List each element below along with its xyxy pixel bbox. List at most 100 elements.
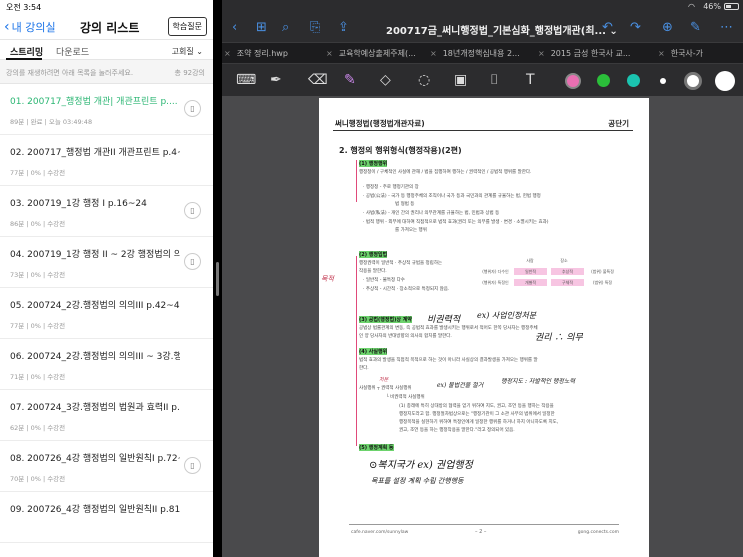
tab-streaming[interactable]: 스트리밍 [10,45,43,58]
lecture-tabs: 스트리밍 다운로드 고회질 ⌄ [0,40,213,60]
subsection-title: (1) 행정행위 [359,160,388,167]
table-header: 사람 [526,257,534,263]
lecture-meta: 77분 | 0% | 수강전 [10,169,66,177]
eraser-icon[interactable]: ⌫ [308,72,328,88]
lecture-title: 09. 200726_4강 행정법의 일반원칙II p.81~87... [10,505,180,515]
doc-tab[interactable]: × 한국사-가 [658,48,703,59]
book-icon[interactable]: ▯ [184,253,201,270]
lecture-title: 04. 200719_1강 행정 II ~ 2강 행정법의 의의 I p.... [10,250,180,260]
body-line: 를 가져오는 행위 [395,228,427,233]
hint-bar: 강의를 재생하려면 아래 목록을 눌러주세요. 총 92강의 [0,60,213,84]
lecture-item[interactable]: 06. 200724_2강.행정법의 의의III ~ 3강.행정법... 71분… [0,339,213,390]
color-green-swatch[interactable] [597,74,610,87]
stroke-thick-option[interactable] [715,71,735,91]
doc-tab[interactable]: × 2015 금성 한국사 교... [538,48,630,59]
doc-tab-label: 한국사-가 [670,49,704,58]
book-icon[interactable]: ▯ [184,202,201,219]
book-icon[interactable]: ▯ [184,100,201,117]
body-line: · 사법(私法) - 개인 간의 권리나 의무관계를 규율하는 법, 민법과 상… [363,211,500,216]
search-icon[interactable]: ⌕ [282,20,289,35]
page-header-title: 써니행정법(행정법개관자료) [335,119,425,128]
lecture-title: 06. 200724_2강.행정법의 의의III ~ 3강.행정법... [10,352,180,362]
wifi-icon: ◠ [688,2,695,11]
body-line: 작용을 말한다. [359,269,387,274]
handwritten-note: 행정지도 : 자발적인 행정노력 [501,378,575,385]
table-cell: (행위자) 다수인 [482,268,509,274]
grid-view-icon[interactable]: ⊞ [256,20,267,35]
lecture-item[interactable]: 05. 200724_2강.행정법의 의의III p.42~47 77분 | 0… [0,288,213,339]
document-page[interactable]: 써니행정법(행정법개관자료) 공단기 2. 행정의 행위형식(행정작용)(2편)… [319,98,649,557]
lecture-item[interactable]: 01. 200717_행정법 개관| 개관프린트 p.... 89분 | 완료 … [0,84,213,135]
lecture-meta: 70분 | 0% | 수강전 [10,475,66,483]
body-line: 행정권력이 일반적 · 추상적 규범을 정립하는 [359,261,443,266]
close-icon[interactable]: × [658,49,665,58]
lecture-title: 05. 200724_2강.행정법의 의의III p.42~47 [10,301,180,311]
lasso-icon[interactable]: ◌ [418,72,430,88]
bookmark-icon[interactable]: ⎘ [310,20,320,35]
share-icon[interactable]: ⇪ [338,20,349,35]
stroke-medium-option[interactable] [684,72,702,90]
table-row: (행위자) 다수인 일반적 추상적 (범위) 불특정 [479,266,619,277]
lecture-item[interactable]: 04. 200719_1강 행정 II ~ 2강 행정법의 의의 I p....… [0,237,213,288]
table-cell: (범위) 특정 [592,279,613,285]
annotation-line [356,256,357,446]
lecture-meta: 89분 | 완료 | 오늘 03:49:48 [10,118,93,126]
stroke-thin-option[interactable] [660,78,666,84]
lecture-item[interactable]: 07. 200724_3강.행정법의 법원과 효력II p.62~71 62분 … [0,390,213,441]
shapes-icon[interactable]: ◇ [380,72,391,88]
split-handle[interactable] [216,262,219,296]
close-icon[interactable]: × [538,49,545,58]
handwritten-note: 목표를 설정 계획 수립 간행행동 [371,477,464,485]
doc-tab[interactable]: × 교육학예상출제주제(... [326,48,416,59]
annotation-line [356,160,357,202]
camera-icon[interactable]: ⌷ [490,72,498,88]
highlighter-icon[interactable]: ✎ [344,72,356,88]
lecture-item[interactable]: 02. 200717_행정법 개관II 개관프린트 p.4~12 77분 | 0… [0,135,213,186]
keyboard-icon[interactable]: ⌨ [236,72,256,88]
book-icon[interactable]: ▯ [184,457,201,474]
doc-tab-label: 조약 정리.hwp [236,49,288,58]
lecture-item[interactable]: 08. 200726_4강 행정법의 일반원칙I p.72~78 70분 | 0… [0,441,213,492]
section-heading: 2. 행정의 행위형식(행정작용)(2편) [339,146,462,155]
image-icon[interactable]: ▣ [454,72,467,88]
lecture-item[interactable]: 03. 200719_1강 행정 I p.16~24 86분 | 0% | 수강… [0,186,213,237]
color-teal-swatch[interactable] [627,74,640,87]
handwritten-note: 목적 [321,275,334,283]
undo-icon[interactable]: ↶ [602,20,613,35]
text-icon[interactable]: T [526,72,535,88]
quality-select[interactable]: 고회질 ⌄ [172,46,203,57]
body-line: 법 형법 등 [395,202,415,207]
pen-icon[interactable]: ✒ [270,72,282,88]
table-cell: (행위자) 특정인 [482,279,509,285]
doc-tab[interactable]: × 18년개정핵심내용 2... [430,48,520,59]
close-icon[interactable]: × [430,49,437,58]
redo-icon[interactable]: ↷ [630,20,641,35]
close-icon[interactable]: × [326,49,333,58]
add-page-icon[interactable]: ⊕ [662,20,673,35]
chevron-left-icon: ‹ [4,19,10,35]
table-header-row: 사람 장소 [479,255,619,266]
quality-label: 고회질 [171,47,194,56]
back-button[interactable]: ‹ 내 강의실 [4,19,56,35]
split-view-divider[interactable] [213,0,222,557]
table-cell: (범위) 불특정 [591,268,614,274]
body-line: 한다. [359,366,369,371]
lecture-list-pane: 오전 3:54 ‹ 내 강의실 강의 리스트 학습질문 스트리밍 다운로드 고회… [0,0,213,557]
page-number: – 2 – [475,529,487,535]
table-header: 장소 [560,257,568,263]
lecture-item[interactable]: 09. 200726_4강 행정법의 일반원칙II p.81~87... [0,492,213,543]
body-line: 행정목적을 실현하기 위하여 특정인에게 일정한 행위를 하거나 하지 아니하도… [399,420,559,425]
doc-tab[interactable]: × 조약 정리.hwp [224,48,288,59]
document-title[interactable]: 200717금_써니행정법_기본심화_행정법개관(최... ⌄ [386,22,618,37]
chevron-down-icon: ⌄ [196,47,203,56]
more-icon[interactable]: ⋯ [720,20,733,35]
tab-download[interactable]: 다운로드 [56,45,89,58]
edit-icon[interactable]: ✎ [690,20,701,35]
body-line: 법적 효과의 발생을 직접적 목적으로 하는 것이 아니라 사실상의 결과발생을… [359,358,538,363]
handwritten-note: 비권력적 [427,315,461,325]
back-chevron-icon[interactable]: ‹ [232,20,237,35]
study-question-button[interactable]: 학습질문 [167,17,207,36]
body-line: 공법상 법률관계의 변동, 즉 공법적 효과를 발생시키는 행위로서 적어도 한… [359,326,538,331]
close-icon[interactable]: × [224,49,231,58]
color-pink-swatch[interactable] [565,73,581,89]
